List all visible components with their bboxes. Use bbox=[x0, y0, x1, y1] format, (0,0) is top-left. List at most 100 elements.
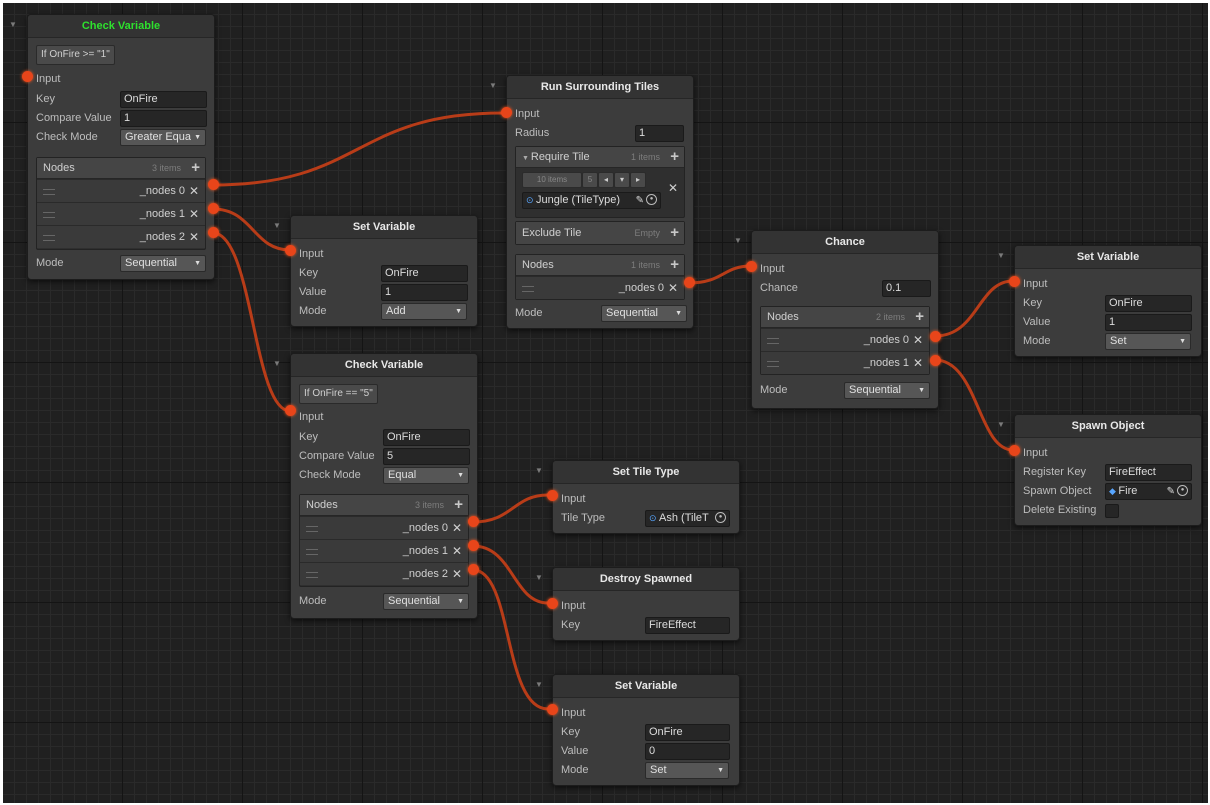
spawn-object-node[interactable]: Spawn Object Input Register Key FireEffec… bbox=[1014, 414, 1202, 526]
collapse-triangle-icon[interactable]: ▼ bbox=[489, 81, 497, 90]
next-icon[interactable]: ▸ bbox=[630, 172, 646, 188]
remove-x-icon[interactable]: ✕ bbox=[452, 563, 462, 585]
key-field[interactable]: OnFire bbox=[645, 724, 730, 741]
drag-handle-icon[interactable] bbox=[306, 526, 318, 532]
compare-value-field[interactable]: 5 bbox=[383, 448, 470, 465]
input-port[interactable] bbox=[1009, 276, 1020, 287]
drag-handle-icon[interactable] bbox=[767, 361, 779, 367]
mode-dropdown[interactable]: Sequential ▼ bbox=[601, 305, 687, 322]
list-item[interactable]: _nodes 0 ✕ bbox=[300, 516, 468, 539]
remove-x-icon[interactable]: ✕ bbox=[189, 180, 199, 202]
remove-x-icon[interactable]: ✕ bbox=[913, 329, 923, 351]
input-port[interactable] bbox=[285, 245, 296, 256]
remove-x-icon[interactable]: ✕ bbox=[452, 540, 462, 562]
list-item[interactable]: _nodes 0 ✕ bbox=[516, 276, 684, 299]
destroy-spawned-node[interactable]: Destroy Spawned Input Key FireEffect bbox=[552, 567, 740, 641]
output-port[interactable] bbox=[468, 564, 479, 575]
drag-handle-icon[interactable] bbox=[43, 235, 55, 241]
tile-object-field[interactable]: ⊙ Jungle (TileType) ✎ ● bbox=[522, 192, 661, 209]
collapse-triangle-icon[interactable]: ▼ bbox=[997, 251, 1005, 260]
sub-size-field[interactable]: 5 bbox=[582, 172, 598, 188]
set-variable-node-3[interactable]: Set Variable Input Key OnFire Value 0 Mode… bbox=[552, 674, 740, 786]
set-variable-node-2[interactable]: Set Variable Input Key OnFire Value 1 Mode… bbox=[1014, 245, 1202, 357]
input-port[interactable] bbox=[547, 704, 558, 715]
list-item[interactable]: _nodes 0 ✕ bbox=[37, 179, 205, 202]
collapse-triangle-icon[interactable]: ▼ bbox=[535, 466, 543, 475]
input-port[interactable] bbox=[501, 107, 512, 118]
remove-x-icon[interactable]: ✕ bbox=[452, 517, 462, 539]
remove-x-icon[interactable]: ✕ bbox=[913, 352, 923, 374]
drag-handle-icon[interactable] bbox=[306, 549, 318, 555]
collapse-triangle-icon[interactable]: ▼ bbox=[522, 155, 531, 162]
mode-dropdown[interactable]: Sequential ▼ bbox=[844, 382, 930, 399]
list-item[interactable]: _nodes 1 ✕ bbox=[37, 202, 205, 225]
mode-dropdown[interactable]: Add ▼ bbox=[381, 303, 467, 320]
collapse-triangle-icon[interactable]: ▼ bbox=[535, 680, 543, 689]
drag-handle-icon[interactable] bbox=[43, 212, 55, 218]
pencil-icon[interactable]: ✎ bbox=[636, 193, 644, 208]
object-picker-icon[interactable]: ● bbox=[646, 194, 657, 205]
remove-x-icon[interactable]: ✕ bbox=[668, 181, 678, 195]
set-variable-node-1[interactable]: Set Variable Input Key OnFire Value 1 Mode… bbox=[290, 215, 478, 327]
node-graph-canvas[interactable]: ▼ Check Variable If OnFire >= "1" Input … bbox=[3, 3, 1208, 803]
key-field[interactable]: OnFire bbox=[381, 265, 468, 282]
collapse-triangle-icon[interactable]: ▼ bbox=[9, 20, 17, 29]
plus-icon[interactable]: + bbox=[670, 222, 679, 244]
output-port[interactable] bbox=[684, 277, 695, 288]
mode-dropdown[interactable]: Sequential ▼ bbox=[120, 255, 206, 272]
plus-icon[interactable]: + bbox=[915, 307, 924, 327]
drag-handle-icon[interactable] bbox=[43, 189, 55, 195]
list-item[interactable]: _nodes 2 ✕ bbox=[300, 562, 468, 585]
list-item[interactable]: _nodes 1 ✕ bbox=[761, 351, 929, 374]
key-field[interactable]: OnFire bbox=[120, 91, 207, 108]
compare-value-field[interactable]: 1 bbox=[120, 110, 207, 127]
key-field[interactable]: FireEffect bbox=[645, 617, 730, 634]
output-port[interactable] bbox=[208, 203, 219, 214]
list-item[interactable]: _nodes 1 ✕ bbox=[300, 539, 468, 562]
spawn-object-field[interactable]: ◆ Fire ✎ ● bbox=[1105, 483, 1192, 500]
mode-dropdown[interactable]: Sequential ▼ bbox=[383, 593, 469, 610]
remove-x-icon[interactable]: ✕ bbox=[189, 226, 199, 248]
plus-icon[interactable]: + bbox=[670, 255, 679, 275]
object-picker-icon[interactable]: ● bbox=[1177, 485, 1188, 496]
output-port[interactable] bbox=[930, 355, 941, 366]
collapse-triangle-icon[interactable]: ▼ bbox=[273, 221, 281, 230]
pencil-icon[interactable]: ✎ bbox=[1167, 484, 1175, 499]
plus-icon[interactable]: + bbox=[454, 495, 463, 515]
output-port[interactable] bbox=[208, 227, 219, 238]
input-port[interactable] bbox=[746, 261, 757, 272]
key-field[interactable]: OnFire bbox=[383, 429, 470, 446]
collapse-triangle-icon[interactable]: ▼ bbox=[997, 420, 1005, 429]
prev-icon[interactable]: ◂ bbox=[598, 172, 614, 188]
output-port[interactable] bbox=[468, 516, 479, 527]
remove-x-icon[interactable]: ✕ bbox=[668, 277, 678, 299]
register-key-field[interactable]: FireEffect bbox=[1105, 464, 1192, 481]
input-port[interactable] bbox=[547, 490, 558, 501]
input-port[interactable] bbox=[22, 71, 33, 82]
collapse-triangle-icon[interactable]: ▼ bbox=[734, 236, 742, 245]
chance-field[interactable]: 0.1 bbox=[882, 280, 931, 297]
tile-type-field[interactable]: ⊙ Ash (TileT ● bbox=[645, 510, 730, 527]
drag-handle-icon[interactable] bbox=[767, 338, 779, 344]
collapse-triangle-icon[interactable]: ▼ bbox=[273, 359, 281, 368]
radius-field[interactable]: 1 bbox=[635, 125, 684, 142]
output-port[interactable] bbox=[468, 540, 479, 551]
collapse-triangle-icon[interactable]: ▼ bbox=[535, 573, 543, 582]
input-port[interactable] bbox=[547, 598, 558, 609]
drag-handle-icon[interactable] bbox=[306, 572, 318, 578]
mode-dropdown[interactable]: Set ▼ bbox=[645, 762, 729, 779]
key-field[interactable]: OnFire bbox=[1105, 295, 1192, 312]
value-field[interactable]: 1 bbox=[1105, 314, 1192, 331]
list-item[interactable]: _nodes 2 ✕ bbox=[37, 225, 205, 248]
check-mode-dropdown[interactable]: Equal ▼ bbox=[383, 467, 469, 484]
plus-icon[interactable]: + bbox=[670, 147, 679, 167]
sub-count-field[interactable]: 10 items bbox=[522, 172, 582, 188]
value-field[interactable]: 1 bbox=[381, 284, 468, 301]
list-item[interactable]: _nodes 0 ✕ bbox=[761, 328, 929, 351]
chance-node[interactable]: Chance Input Chance 0.1 Nodes 2 items + _no… bbox=[751, 230, 939, 409]
dropdown-arrow-icon[interactable]: ▾ bbox=[614, 172, 630, 188]
object-picker-icon[interactable]: ● bbox=[715, 512, 726, 523]
input-port[interactable] bbox=[1009, 445, 1020, 456]
value-field[interactable]: 0 bbox=[645, 743, 730, 760]
delete-existing-checkbox[interactable] bbox=[1105, 504, 1119, 518]
